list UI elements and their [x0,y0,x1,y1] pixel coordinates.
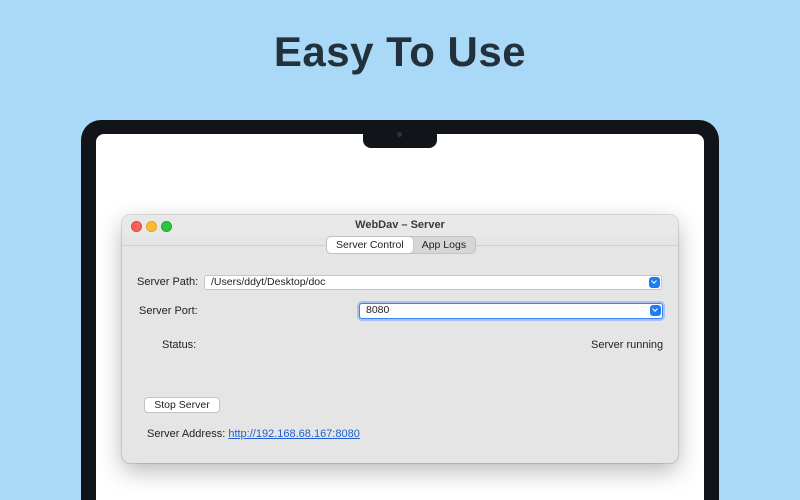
window-title: WebDav – Server [355,219,445,231]
server-port-select[interactable]: 8080 [359,303,663,319]
server-path-label: Server Path: [137,276,199,288]
server-path-value: /Users/ddyt/Desktop/doc [211,276,326,288]
server-port-label: Server Port: [139,305,198,317]
tab-bar: Server Control App Logs [326,236,477,254]
tab-server-control[interactable]: Server Control [327,237,413,253]
title-bar[interactable]: WebDav – Server [122,215,678,237]
chevron-down-icon [650,305,661,316]
server-port-value: 8080 [366,304,390,316]
server-path-select[interactable]: /Users/ddyt/Desktop/doc [204,275,662,290]
headline: Easy To Use [273,28,527,75]
status-value: Server running [591,339,664,351]
server-address: Server Address: http://192.168.68.167:80… [147,428,360,440]
chevron-down-icon [649,277,660,288]
camera-icon [397,132,402,137]
camera-notch [363,126,437,148]
status-label: Status: [162,339,197,351]
stop-server-button[interactable]: Stop Server [144,397,220,413]
server-address-label: Server Address: [147,428,226,440]
tab-app-logs[interactable]: App Logs [413,237,475,253]
server-address-link[interactable]: http://192.168.68.167:8080 [228,428,360,440]
app-window: WebDav – Server Server Control App Logs … [122,215,678,463]
